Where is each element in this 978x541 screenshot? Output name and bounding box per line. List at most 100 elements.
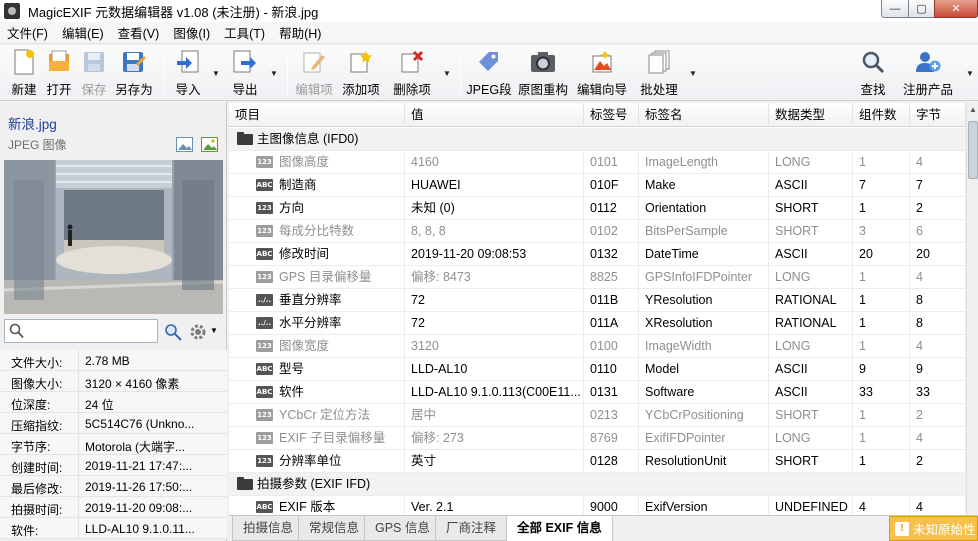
app-window: MagicEXIF 元数据编辑器 v1.08 (未注册) - 新浪.jpg — … (0, 0, 978, 541)
edit-wizard-button[interactable]: 编辑向导 (572, 48, 632, 98)
export-icon (231, 48, 259, 76)
property-label: 位深度: (11, 398, 51, 412)
tab-shooting-info[interactable]: 拍摄信息 (232, 516, 305, 541)
cell-count: 1 (859, 450, 910, 473)
import-button[interactable]: 导入 (158, 48, 218, 98)
batch-dropdown-arrow-icon[interactable]: ▼ (689, 69, 697, 78)
menu-edit[interactable]: 编辑(E) (55, 23, 111, 42)
window-title: MagicEXIF 元数据编辑器 v1.08 (未注册) - 新浪.jpg (28, 4, 319, 20)
table-row[interactable]: 123 图像高度 4160 0101 ImageLength LONG 1 4 (229, 151, 966, 174)
column-header[interactable]: 数据类型 (769, 103, 853, 127)
table-row[interactable]: ABC EXIF 版本 Ver. 2.1 9000 ExifVersion UNDEFIN… (229, 496, 966, 515)
property-row: 图像大小: 3120 × 4160 像素 (0, 371, 227, 392)
property-value: 5C514C76 (Unkno... (85, 417, 195, 431)
menu-file[interactable]: 文件(F) (0, 23, 55, 42)
export-dropdown-arrow-icon[interactable]: ▼ (270, 69, 278, 78)
maximize-button[interactable]: ▢ (908, 0, 935, 18)
minimize-button[interactable]: — (881, 0, 909, 18)
add-item-icon (347, 48, 375, 76)
search-person-icon[interactable] (163, 322, 183, 345)
cell-item: YCbCr 定位方法 (279, 404, 405, 427)
table-row[interactable]: ABC 软件 LLD-AL10 9.1.0.113(C00E11... 0131 Sof… (229, 381, 966, 404)
export-button[interactable]: 导出 (215, 48, 275, 98)
column-header[interactable]: 值 (405, 103, 584, 127)
column-header[interactable]: 标签号 (584, 103, 639, 127)
cell-tagname: ImageWidth (645, 335, 769, 358)
search-input[interactable] (27, 322, 155, 340)
cell-item: EXIF 版本 (279, 496, 405, 515)
file-properties-list: 文件大小: 2.78 MB 图像大小: 3120 × 4160 像素 位深度: 24 位压… (0, 350, 227, 539)
menu-help[interactable]: 帮助(H) (272, 23, 328, 42)
table-row[interactable]: ABC 制造商 HUAWEI 010F Make ASCII 7 7 (229, 174, 966, 197)
table-row[interactable]: 123 YCbCr 定位方法 居中 0213 YCbCrPositioning SHORT… (229, 404, 966, 427)
register-dropdown-arrow-icon[interactable]: ▼ (966, 69, 974, 78)
status-badge[interactable]: ! 未知原始性 (889, 516, 978, 541)
menu-view[interactable]: 查看(V) (111, 23, 167, 42)
table-row[interactable]: 123 方向 未知 (0) 0112 Orientation SHORT 1 2 (229, 197, 966, 220)
cell-value: HUAWEI (411, 174, 584, 197)
data-type-icon: ../.. (256, 294, 273, 306)
table-row[interactable]: ABC 修改时间 2019-11-20 09:08:53 0132 DateTime AS… (229, 243, 966, 266)
column-header[interactable]: 字节 (910, 103, 966, 127)
landscape-view-icon[interactable] (176, 137, 193, 152)
tab-all-exif[interactable]: 全部 EXIF 信息 (506, 516, 613, 541)
column-divider (78, 455, 79, 476)
search-icon (859, 48, 887, 76)
cell-tagname: ExifVersion (645, 496, 769, 515)
tab-general-info[interactable]: 常规信息 (298, 516, 371, 541)
batch-button[interactable]: 批处理 (629, 48, 689, 98)
delete-item-button[interactable]: 删除项 (382, 48, 442, 98)
wizard-icon (588, 48, 616, 76)
data-type-icon: ../.. (256, 317, 273, 329)
vertical-scrollbar[interactable]: ▲ (966, 103, 978, 515)
table-row[interactable]: 123 每成分比特数 8, 8, 8 0102 BitsPerSample SHORT 3 6 (229, 220, 966, 243)
scroll-up-arrow-icon[interactable]: ▲ (969, 105, 977, 114)
table-row[interactable]: ../.. 水平分辨率 72 011A XResolution RATIONAL 1 8 (229, 312, 966, 335)
jpeg-segment-button[interactable]: JPEG段 (459, 48, 519, 98)
cell-type: LONG (775, 266, 853, 289)
delete-dropdown-arrow-icon[interactable]: ▼ (443, 69, 451, 78)
column-divider (78, 371, 79, 392)
warning-icon: ! (895, 521, 909, 536)
menu-bar: 文件(F) 编辑(E) 查看(V) 图像(I) 工具(T) 帮助(H) (0, 22, 978, 44)
reconstruct-button[interactable]: 原图重构 (513, 48, 573, 98)
group-row[interactable]: 主图像信息 (IFD0) (229, 128, 966, 151)
table-row[interactable]: 123 GPS 目录偏移量 偏移: 8473 8825 GPSInfoIFDPointe… (229, 266, 966, 289)
settings-gear-icon[interactable] (189, 323, 207, 344)
image-view-icon[interactable] (201, 137, 218, 152)
property-value: Motorola (大端字... (85, 440, 186, 454)
cell-type: SHORT (775, 450, 853, 473)
settings-dropdown-arrow-icon[interactable]: ▼ (210, 326, 218, 335)
table-row[interactable]: 123 图像宽度 3120 0100 ImageWidth LONG 1 4 (229, 335, 966, 358)
cell-item: 每成分比特数 (279, 220, 405, 243)
column-header[interactable]: 标签名 (639, 103, 769, 127)
property-value: 2019-11-21 17:47:... (85, 459, 193, 473)
group-row[interactable]: 拍摄参数 (EXIF IFD) (229, 473, 966, 496)
group-label: 拍摄参数 (EXIF IFD) (257, 477, 371, 491)
cell-tagname: ResolutionUnit (645, 450, 769, 473)
save-as-button[interactable]: 另存为 (104, 48, 164, 98)
table-row[interactable]: ../.. 垂直分辨率 72 011B YResolution RATIONAL 1 8 (229, 289, 966, 312)
scrollbar-thumb[interactable] (968, 121, 978, 179)
cell-id: 0110 (590, 358, 639, 381)
table-row[interactable]: 123 分辨率单位 英寸 0128 ResolutionUnit SHORT 1 2 (229, 450, 966, 473)
find-button[interactable]: 查找 (843, 48, 903, 98)
property-row: 压缩指纹: 5C514C76 (Unkno... (0, 413, 227, 434)
column-header[interactable]: 项目 (229, 103, 405, 127)
tab-maker-notes[interactable]: 厂商注释 (435, 516, 508, 541)
cell-type: LONG (775, 335, 853, 358)
column-divider (78, 518, 79, 539)
close-button[interactable]: ✕ (934, 0, 978, 18)
table-row[interactable]: 123 EXIF 子目录偏移量 偏移: 273 8769 ExifIFDPointer L… (229, 427, 966, 450)
menu-tools[interactable]: 工具(T) (217, 23, 272, 42)
cell-tagname: Model (645, 358, 769, 381)
cell-id: 0131 (590, 381, 639, 404)
tab-gps-info[interactable]: GPS 信息 (364, 516, 441, 541)
column-header[interactable]: 组件数 (853, 103, 910, 127)
menu-image[interactable]: 图像(I) (166, 23, 217, 42)
cell-id: 011B (590, 289, 639, 312)
cell-count: 9 (859, 358, 910, 381)
table-row[interactable]: ABC 型号 LLD-AL10 0110 Model ASCII 9 9 (229, 358, 966, 381)
cell-bytes: 4 (916, 335, 966, 358)
register-button[interactable]: 注册产品 (898, 48, 958, 98)
